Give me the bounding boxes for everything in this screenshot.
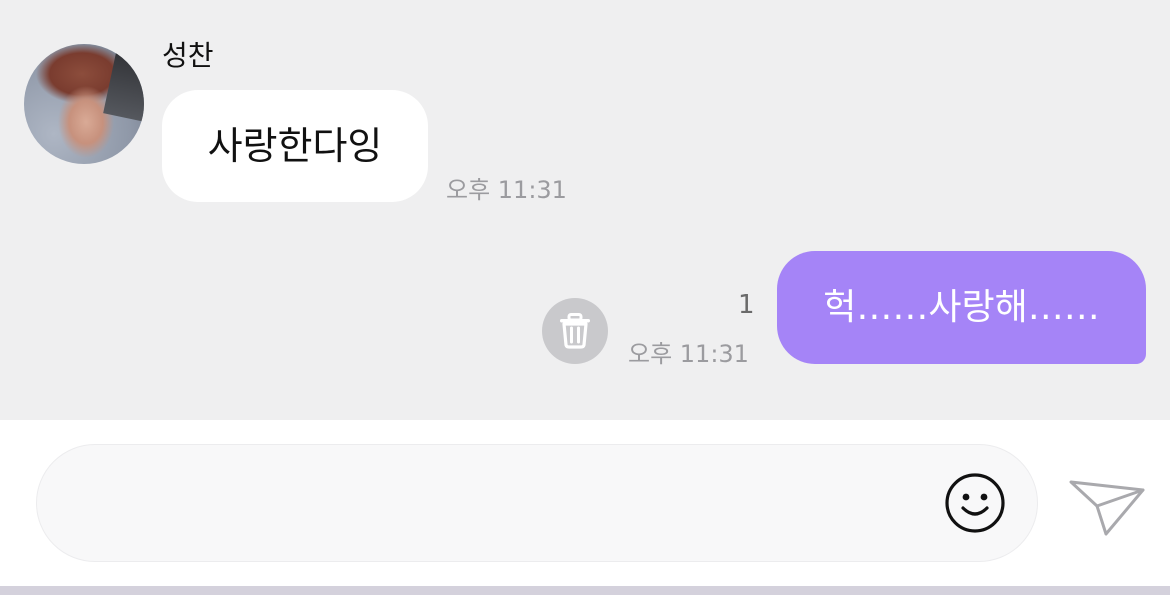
- outgoing-message-bubble[interactable]: 헉……사랑해……: [777, 251, 1146, 364]
- incoming-message-bubble[interactable]: 사랑한다잉: [162, 90, 428, 202]
- emoji-button[interactable]: [944, 472, 1006, 534]
- bottom-divider: [0, 586, 1170, 595]
- sender-avatar[interactable]: [24, 44, 144, 164]
- chat-area: 성찬 사랑한다잉 오후 11:31 1 오후 11:31 헉……사랑해……: [0, 0, 1170, 420]
- delete-message-button[interactable]: [542, 298, 608, 364]
- incoming-message-time: 오후 11:31: [446, 176, 567, 204]
- smiley-icon: [945, 473, 1005, 533]
- message-composer: [0, 420, 1170, 586]
- paper-plane-icon: [1069, 480, 1145, 536]
- trash-icon: [560, 313, 590, 349]
- outgoing-message-time: 오후 11:31: [628, 340, 749, 368]
- message-input[interactable]: [36, 444, 1038, 562]
- sender-name: 성찬: [162, 39, 214, 72]
- unread-count: 1: [738, 290, 755, 320]
- send-button[interactable]: [1068, 474, 1146, 538]
